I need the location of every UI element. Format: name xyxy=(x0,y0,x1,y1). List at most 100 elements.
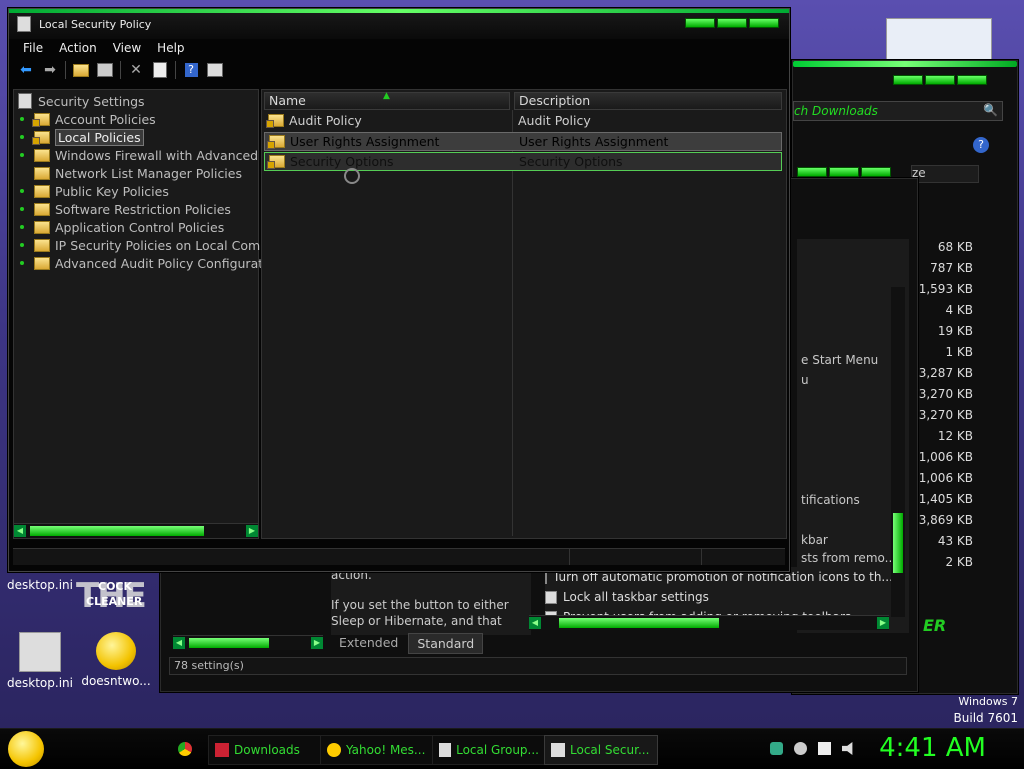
network-tray-icon[interactable] xyxy=(770,742,783,755)
tree-item[interactable]: Local Policies xyxy=(20,128,144,146)
volume-icon[interactable] xyxy=(842,742,853,755)
start-button[interactable] xyxy=(8,731,44,767)
policy-icon xyxy=(439,743,452,757)
menu-file[interactable]: File xyxy=(15,41,51,55)
tree-root[interactable]: Security Settings xyxy=(18,92,145,110)
downloads-search-label: ch Downloads xyxy=(794,104,878,118)
expand-bullet-icon[interactable] xyxy=(20,243,24,247)
toolbar-separator xyxy=(175,61,176,79)
expand-bullet-icon[interactable] xyxy=(20,225,24,229)
menu-bar: File Action View Help xyxy=(9,39,789,57)
tree-item-label: Public Key Policies xyxy=(55,183,169,199)
chrome-icon[interactable] xyxy=(178,742,192,756)
maximize-button[interactable] xyxy=(717,18,747,28)
taskbar-button-yahoo[interactable]: Yahoo! Mes... xyxy=(320,735,434,765)
minimize-button[interactable] xyxy=(685,18,715,28)
tree-item-label: Account Policies xyxy=(55,111,156,127)
help-icon[interactable]: ? xyxy=(973,137,989,153)
gp-text-notifications: tifications xyxy=(801,493,860,507)
desktop-icon-doesntwork[interactable]: doesntwo... xyxy=(76,632,156,688)
expand-bullet-icon[interactable] xyxy=(20,117,24,121)
tree-hscroll-thumb[interactable] xyxy=(30,526,204,536)
tree-item[interactable]: Software Restriction Policies xyxy=(20,200,231,218)
taskbar-label: Downloads xyxy=(234,743,300,757)
desktop-icon-desktop-ini-1[interactable]: desktop.ini xyxy=(0,578,80,592)
tree-item[interactable]: Account Policies xyxy=(20,110,156,128)
delete-icon[interactable]: ✕ xyxy=(127,61,145,79)
tab-standard[interactable]: Standard xyxy=(408,633,484,654)
list-row-user-rights-assignment[interactable]: User Rights Assignment User Rights Assig… xyxy=(264,132,782,151)
tab-extended[interactable]: Extended xyxy=(331,633,406,654)
desktop-icon-label: doesntwo... xyxy=(81,674,151,688)
taskbar-button-downloads[interactable]: Downloads xyxy=(208,735,322,765)
downloads-search-box[interactable]: ch Downloads xyxy=(793,101,1003,121)
folder-icon xyxy=(266,114,284,128)
folder-icon xyxy=(34,148,50,162)
menu-action[interactable]: Action xyxy=(51,41,105,55)
tree-item-label: Local Policies xyxy=(55,128,144,146)
export-list-icon[interactable] xyxy=(151,61,169,79)
gp-settings-list: Turn off automatic promotion of notifica… xyxy=(545,567,891,621)
expand-bullet-icon[interactable] xyxy=(20,261,24,265)
tree-root-label: Security Settings xyxy=(38,93,145,109)
column-header-description[interactable]: Description xyxy=(514,92,782,110)
action-center-icon[interactable] xyxy=(818,742,831,755)
expand-bullet-icon[interactable] xyxy=(20,207,24,211)
window-controls[interactable] xyxy=(685,18,779,28)
gp-status-bar: 78 setting(s) xyxy=(169,657,907,675)
gp-window-controls[interactable] xyxy=(797,167,891,177)
power-tray-icon[interactable] xyxy=(794,742,807,755)
search-icon[interactable]: 🔍 xyxy=(983,103,998,117)
taskbar-button-local-group[interactable]: Local Group... xyxy=(432,735,546,765)
close-button[interactable] xyxy=(749,18,779,28)
back-arrow-icon[interactable]: ⬅ xyxy=(17,61,35,79)
tree-hscroll[interactable]: ◀ ▶ xyxy=(14,523,258,538)
folder-icon xyxy=(34,256,50,270)
busy-cursor-icon xyxy=(344,168,360,184)
tree-item[interactable]: Windows Firewall with Advanced S xyxy=(20,146,270,164)
tree-item[interactable]: Advanced Audit Policy Configuratio xyxy=(20,254,274,272)
setting-item[interactable]: Lock all taskbar settings xyxy=(545,587,891,607)
security-policy-icon xyxy=(551,743,565,757)
folder-icon xyxy=(32,112,50,127)
tree-item[interactable]: IP Security Policies on Local Com xyxy=(20,236,260,254)
help-icon[interactable]: ? xyxy=(182,61,200,79)
tree-item[interactable]: Network List Manager Policies xyxy=(34,164,242,182)
folder-icon xyxy=(34,166,50,180)
desktop-icon-desktop-ini-2[interactable]: desktop.ini xyxy=(0,632,80,690)
properties-icon[interactable] xyxy=(206,61,224,79)
list-row-audit-policy[interactable]: Audit Policy Audit Policy xyxy=(264,112,780,129)
menu-help[interactable]: Help xyxy=(149,41,192,55)
column-header-name[interactable]: Name ▲ xyxy=(264,91,510,110)
folder-icon xyxy=(34,202,50,216)
size-column-header[interactable]: ze xyxy=(911,165,979,183)
forward-arrow-icon[interactable]: ➡ xyxy=(41,61,59,79)
tree-item[interactable]: Application Control Policies xyxy=(20,218,224,236)
gp-left-hscroll[interactable]: ◀ ▶ xyxy=(173,635,323,650)
folder-icon xyxy=(267,135,285,149)
console-tree-icon[interactable] xyxy=(96,61,114,79)
taskbar-label: Local Secur... xyxy=(570,743,650,757)
cock-cleaner-icon[interactable]: THE COCK CLEANER xyxy=(76,576,160,622)
yahoo-icon xyxy=(327,743,341,757)
expand-bullet-icon[interactable] xyxy=(20,153,24,157)
os-name: Windows 7 xyxy=(958,695,1018,708)
row-description: Security Options xyxy=(519,154,623,169)
gp-vscroll[interactable] xyxy=(891,287,905,617)
taskbar-button-local-security[interactable]: Local Secur... xyxy=(544,735,658,765)
folder-up-icon[interactable] xyxy=(72,61,90,79)
row-name: Security Options xyxy=(290,154,394,169)
clock[interactable]: 4:41 AM xyxy=(879,733,986,763)
gp-right-hscroll[interactable]: ◀ ▶ xyxy=(529,615,889,630)
title-bar[interactable]: Local Security Policy xyxy=(9,9,789,39)
expand-bullet-icon[interactable] xyxy=(20,189,24,193)
row-name: User Rights Assignment xyxy=(290,134,440,149)
downloads-window-controls[interactable] xyxy=(893,75,987,85)
window-title: Local Security Policy xyxy=(39,18,152,31)
menu-view[interactable]: View xyxy=(105,41,149,55)
expand-bullet-icon[interactable] xyxy=(20,135,24,139)
tree-item[interactable]: Public Key Policies xyxy=(20,182,169,200)
desktop-icon-label: desktop.ini xyxy=(7,578,73,592)
list-row-security-options[interactable]: Security Options Security Options xyxy=(264,152,782,171)
setting-icon xyxy=(545,590,557,604)
